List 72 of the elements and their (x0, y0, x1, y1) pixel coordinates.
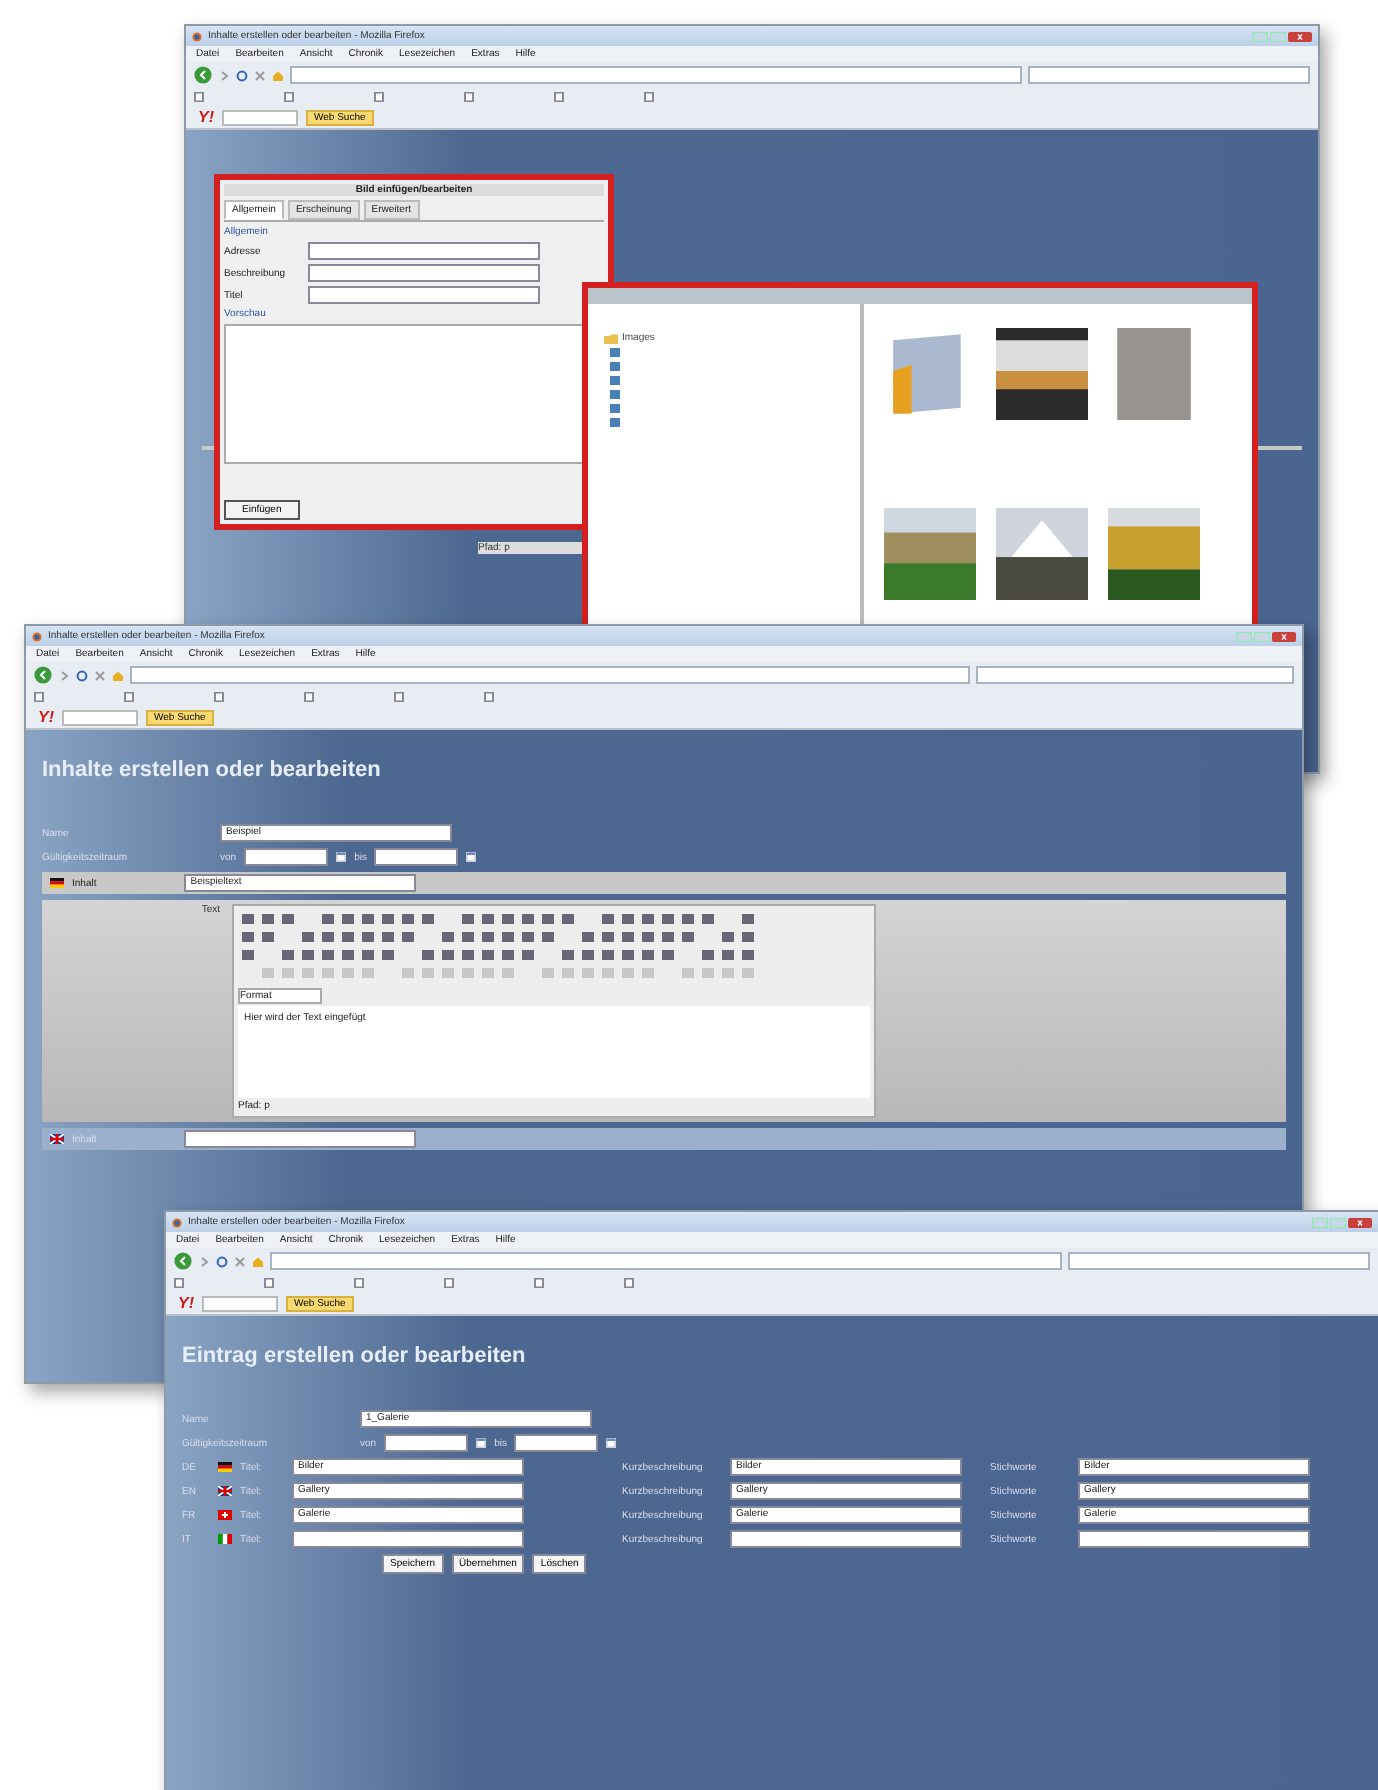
bookmark-icon[interactable] (174, 1278, 184, 1288)
reload-icon[interactable] (76, 669, 88, 681)
back-icon[interactable] (194, 66, 212, 84)
search-field[interactable] (222, 109, 298, 125)
bookmark-icon[interactable] (34, 692, 44, 702)
bookmark-icon[interactable] (624, 1278, 634, 1288)
firefox-icon (172, 1217, 182, 1227)
calendar-icon[interactable] (336, 852, 347, 862)
input-field[interactable] (308, 264, 540, 282)
input-field[interactable] (374, 848, 459, 866)
input-field[interactable] (244, 848, 329, 866)
search-field[interactable] (62, 709, 138, 725)
address-field[interactable] (270, 1252, 1061, 1270)
logo: Y! (178, 1294, 194, 1312)
reload-icon[interactable] (236, 69, 248, 81)
bookmark-icon[interactable] (534, 1278, 544, 1288)
flag-icon (218, 1486, 232, 1496)
firefox-icon (32, 631, 42, 641)
input-field[interactable] (730, 1530, 962, 1548)
flag-icon (218, 1534, 232, 1544)
address-field[interactable] (130, 666, 969, 684)
bookmark-icon[interactable] (444, 1278, 454, 1288)
calendar-icon[interactable] (476, 1438, 487, 1448)
close-icon[interactable] (1348, 1217, 1372, 1227)
forward-icon[interactable] (218, 69, 230, 81)
search-field[interactable] (1067, 1252, 1370, 1270)
bookmark-icon[interactable] (194, 92, 204, 102)
reload-icon[interactable] (216, 1255, 228, 1267)
calendar-icon[interactable] (606, 1438, 617, 1448)
flag-icon (218, 1462, 232, 1472)
folder-icon[interactable] (604, 333, 618, 343)
back-icon[interactable] (174, 1252, 192, 1270)
input-field[interactable] (1078, 1530, 1310, 1548)
input-field[interactable] (308, 286, 540, 304)
logo: Y! (198, 108, 214, 126)
search-field[interactable] (202, 1295, 278, 1311)
input-field[interactable] (292, 1530, 524, 1548)
input-field[interactable] (384, 1434, 469, 1452)
bookmark-icon[interactable] (354, 1278, 364, 1288)
flag-icon (218, 1510, 232, 1520)
search-field[interactable] (1027, 66, 1310, 84)
input-field[interactable] (308, 242, 540, 260)
bookmark-icon[interactable] (464, 92, 474, 102)
bookmark-icon[interactable] (374, 92, 384, 102)
back-icon[interactable] (34, 666, 52, 684)
close-icon[interactable] (1288, 31, 1312, 41)
bookmark-icon[interactable] (484, 692, 494, 702)
forward-icon[interactable] (58, 669, 70, 681)
address-field[interactable] (290, 66, 1021, 84)
logo: Y! (38, 708, 54, 726)
flag-icon (50, 1134, 64, 1144)
firefox-icon (192, 31, 202, 41)
search-field[interactable] (975, 666, 1294, 684)
bookmark-icon[interactable] (394, 692, 404, 702)
bookmark-icon[interactable] (264, 1278, 274, 1288)
page-heading: Inhalte erstellen oder bearbeiten (42, 758, 383, 782)
forward-icon[interactable] (198, 1255, 210, 1267)
stop-icon[interactable] (254, 69, 266, 81)
stop-icon[interactable] (234, 1255, 246, 1267)
calendar-icon[interactable] (466, 852, 477, 862)
stop-icon[interactable] (94, 669, 106, 681)
bookmark-icon[interactable] (554, 92, 564, 102)
bookmark-icon[interactable] (214, 692, 224, 702)
input-field[interactable] (514, 1434, 599, 1452)
close-icon[interactable] (1272, 631, 1296, 641)
bookmark-icon[interactable] (644, 92, 654, 102)
bookmark-icon[interactable] (124, 692, 134, 702)
input-field[interactable] (184, 1130, 417, 1148)
bookmark-icon[interactable] (304, 692, 314, 702)
flag-icon (50, 878, 64, 888)
bookmark-icon[interactable] (284, 92, 294, 102)
page-heading: Eintrag erstellen oder bearbeiten (182, 1344, 528, 1368)
